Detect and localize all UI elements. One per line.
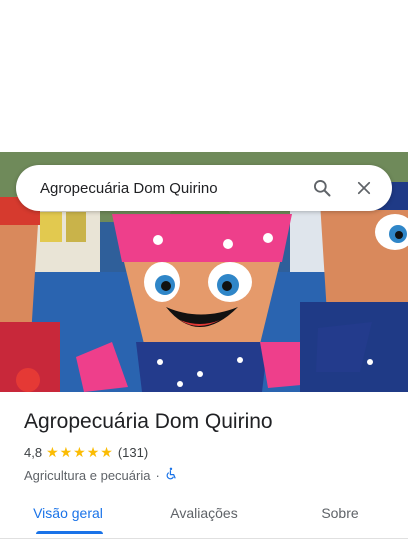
rating-value: 4,8 bbox=[24, 445, 43, 460]
separator: · bbox=[155, 467, 160, 483]
divider bbox=[0, 538, 408, 539]
place-info: Agropecuária Dom Quirino 4,8 ★★★★★ (131)… bbox=[24, 408, 394, 483]
star-icon: ★★★★★ bbox=[46, 444, 114, 460]
wheelchair-icon bbox=[165, 467, 178, 483]
tab-bar: Visão geral Avaliações Sobre bbox=[0, 494, 408, 536]
search-icon[interactable] bbox=[308, 174, 336, 202]
search-input[interactable]: Agropecuária Dom Quirino bbox=[16, 180, 308, 197]
tab-reviews[interactable]: Avaliações bbox=[136, 494, 272, 536]
tab-overview[interactable]: Visão geral bbox=[0, 494, 136, 536]
category-label: Agricultura e pecuária bbox=[24, 467, 151, 483]
search-bar[interactable]: Agropecuária Dom Quirino bbox=[16, 165, 392, 211]
close-icon[interactable] bbox=[350, 174, 378, 202]
place-title: Agropecuária Dom Quirino bbox=[24, 410, 273, 433]
tab-about[interactable]: Sobre bbox=[272, 494, 408, 536]
rating-row[interactable]: 4,8 ★★★★★ (131) bbox=[24, 444, 394, 461]
category-row: Agricultura e pecuária · bbox=[24, 467, 394, 483]
review-count[interactable]: (131) bbox=[118, 445, 148, 460]
